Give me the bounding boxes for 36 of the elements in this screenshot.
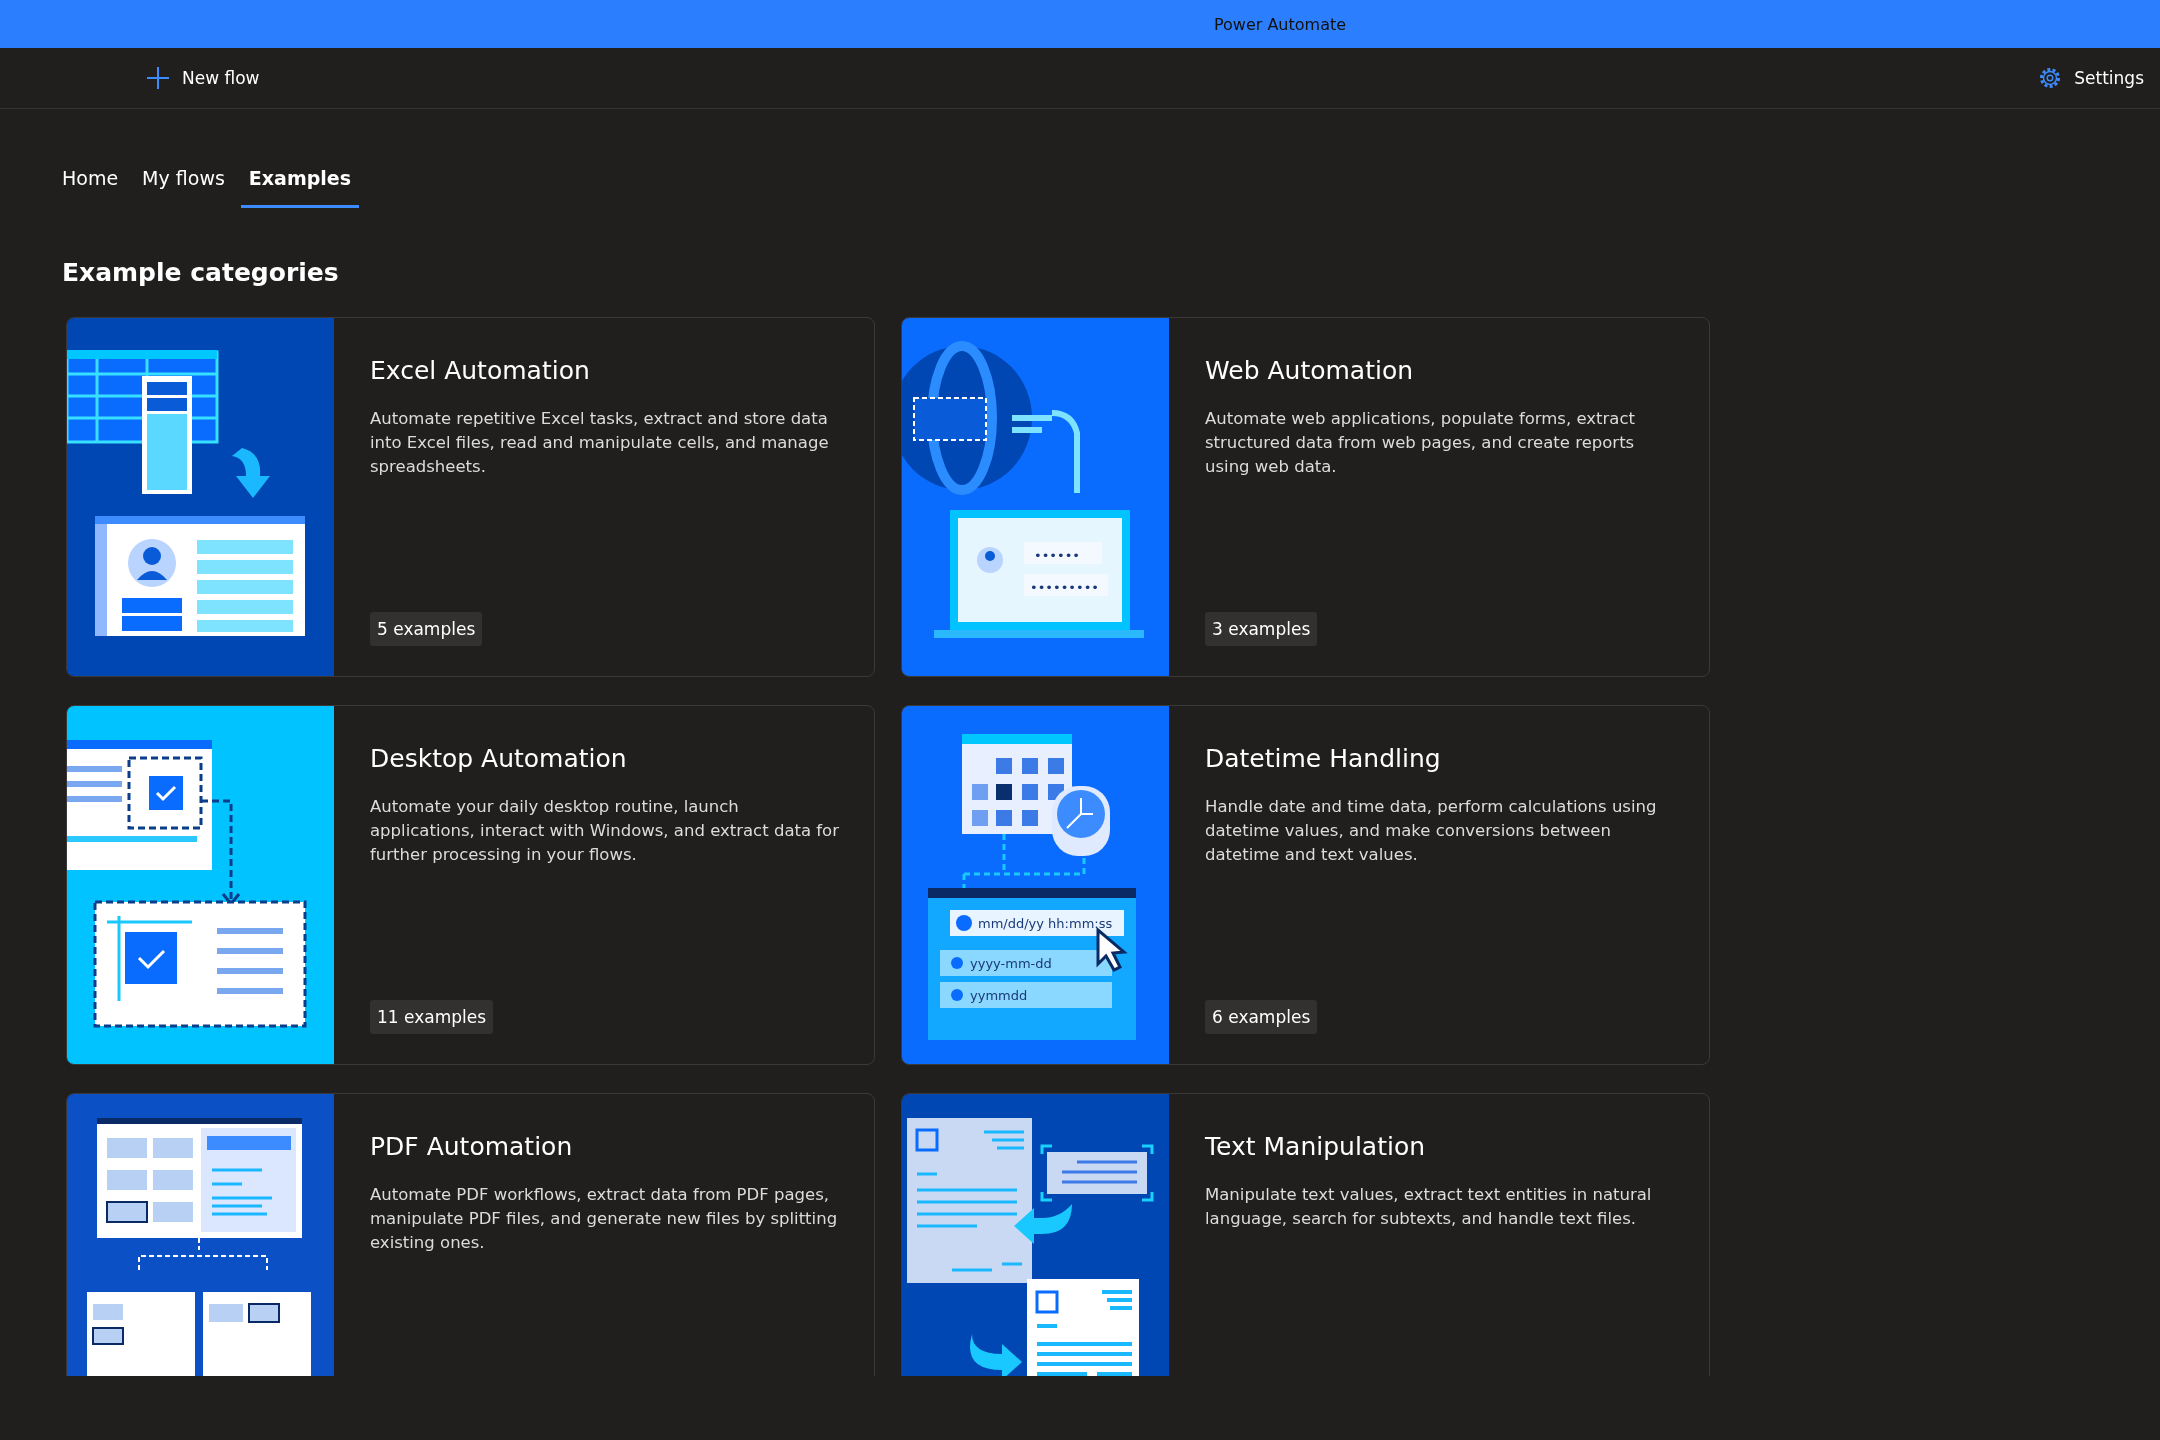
card-description: Automate web applications, populate forms, extract structured data from web pages, and create reports using web data. xyxy=(1205,408,1636,478)
category-card[interactable]: Desktop Automation Automate your daily desktop routine, launch applications, interact with Windows, and extract data for further processing in your flows. 11 examples xyxy=(66,705,875,1065)
new-flow-button[interactable]: New flow xyxy=(140,60,266,96)
card-description: Handle date and time data, perform calculations using datetime values, and make conversions between datetime and text values. xyxy=(1205,796,1658,866)
card-description: Automate repetitive Excel tasks, extract and store data into Excel files, read and manipulate cells, and manage spreadsheets. xyxy=(370,408,830,478)
settings-icon xyxy=(2038,66,2063,90)
category-card[interactable]: mm/dd/yy hh:mm:ss yyyy-mm-dd yymmdd Datetime Handling Handle date and time data, perform calculations using datetime values, and make conversions between datetime and text values. 6 examples xyxy=(901,705,1710,1065)
tab[interactable]: Examples xyxy=(240,159,359,208)
card-description: Automate your daily desktop routine, launch applications, interact with Windows, and extract data for further processing in your flows. xyxy=(370,796,840,866)
password-dots: •••••• xyxy=(1034,548,1080,563)
section-heading: Example categories xyxy=(62,258,340,287)
window-title: Power Automate xyxy=(1212,14,1347,34)
category-card[interactable]: •••••• ••••••••• Web Automation Automate web applications, populate forms, extract structured data from web pages, and create reports using web data. 3 examples xyxy=(901,317,1710,677)
settings-button[interactable]: Settings xyxy=(2032,60,2150,96)
category-card[interactable]: PDF Automation Automate PDF workflows, extract data from PDF pages, manipulate PDF files, and generate new files by splitting existing ones. xyxy=(66,1093,875,1376)
examples-count-badge: 5 examples xyxy=(370,612,483,646)
tab[interactable]: My flows xyxy=(134,159,233,208)
card-description: Manipulate text values, extract text entities in natural language, search for subtexts, and handle text files. xyxy=(1205,1184,1653,1230)
examples-count-badge: 6 examples xyxy=(1205,1000,1318,1034)
tab[interactable]: Home xyxy=(54,159,127,208)
category-card[interactable]: Excel Automation Automate repetitive Excel tasks, extract and store data into Excel files, read and manipulate cells, and manage spreadsheets. 5 examples xyxy=(66,317,875,677)
card-description: Automate PDF workflows, extract data from PDF pages, manipulate PDF files, and generate new files by splitting existing ones. xyxy=(370,1184,839,1254)
format-option: yyyy-mm-dd xyxy=(970,956,1052,971)
format-option: mm/dd/yy hh:mm:ss xyxy=(978,916,1113,931)
card-title: Datetime Handling xyxy=(1205,744,1441,773)
card-title: Web Automation xyxy=(1205,356,1414,385)
password-dots: ••••••••• xyxy=(1030,580,1099,595)
format-option: yymmdd xyxy=(970,988,1028,1003)
card-title: PDF Automation xyxy=(370,1132,573,1161)
examples-count-badge: 11 examples xyxy=(370,1000,494,1034)
category-card[interactable]: Text Manipulation Manipulate text values, extract text entities in natural language, search for subtexts, and handle text files. xyxy=(901,1093,1710,1376)
card-title: Text Manipulation xyxy=(1205,1132,1426,1161)
card-title: Desktop Automation xyxy=(370,744,627,773)
examples-count-badge: 3 examples xyxy=(1205,612,1318,646)
plus-icon xyxy=(146,66,170,90)
card-title: Excel Automation xyxy=(370,356,590,385)
